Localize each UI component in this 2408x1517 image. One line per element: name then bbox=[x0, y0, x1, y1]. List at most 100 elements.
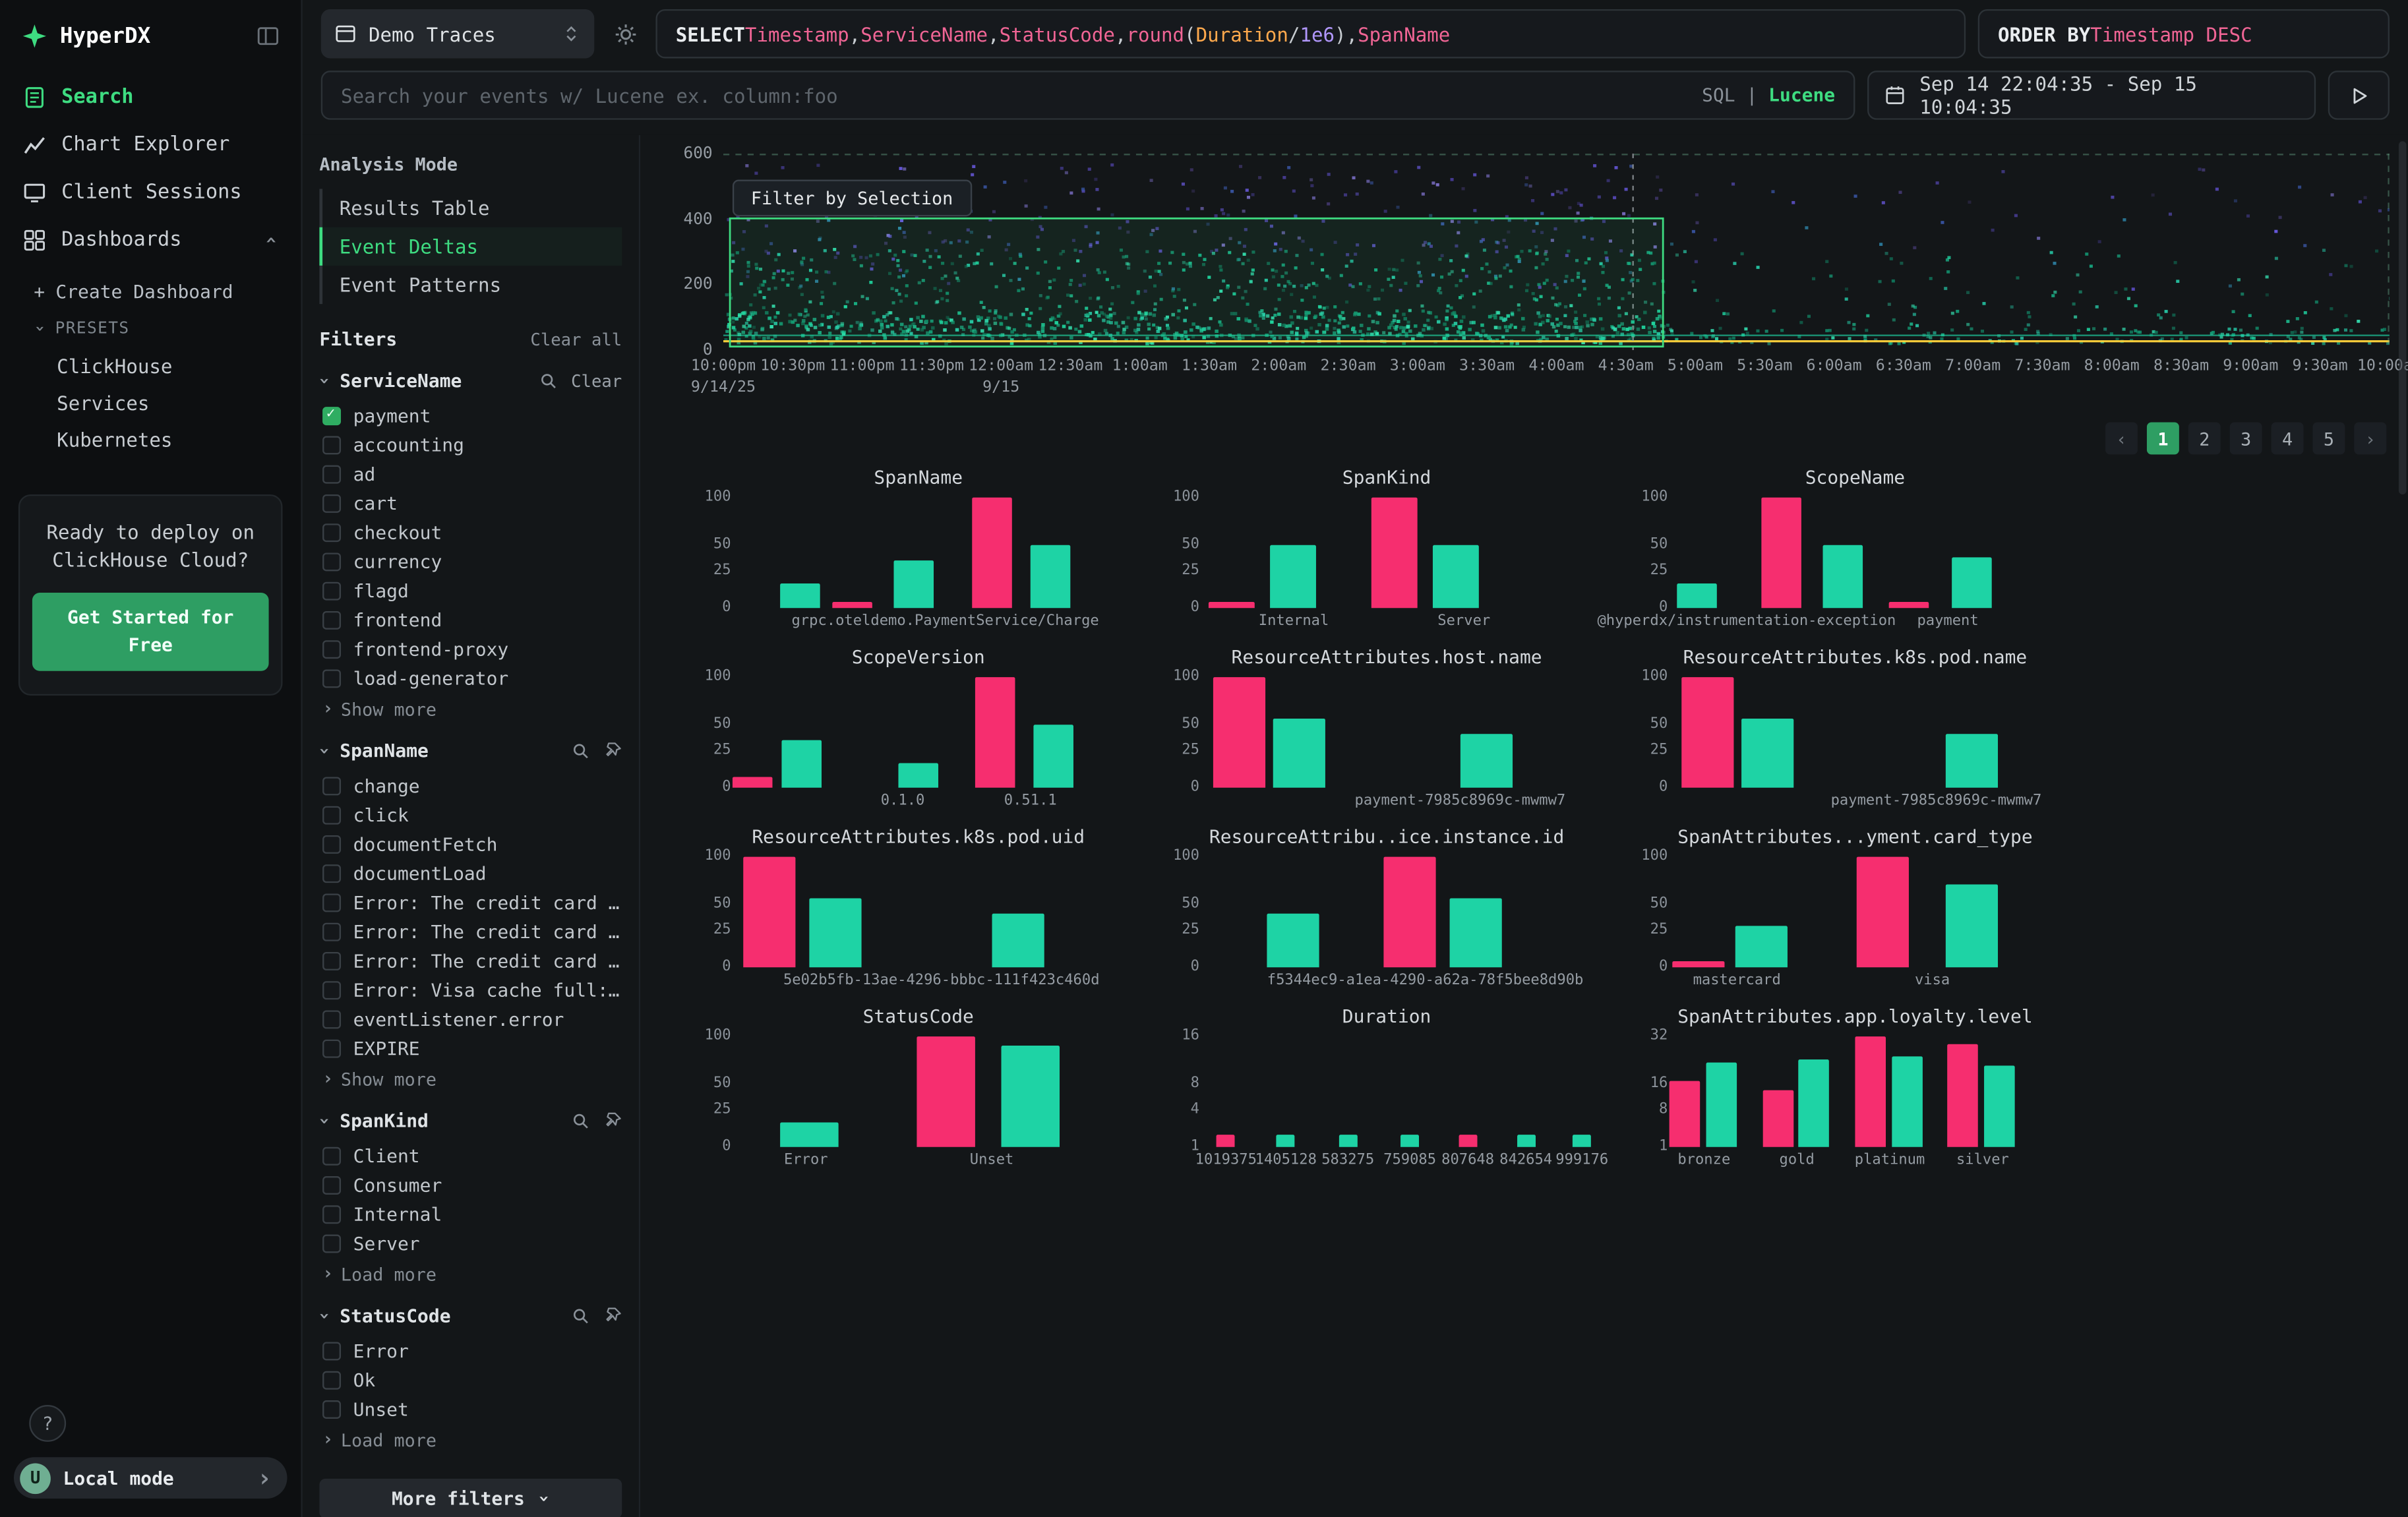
local-mode-button[interactable]: U Local mode › bbox=[14, 1457, 287, 1499]
checkbox[interactable] bbox=[322, 835, 341, 853]
checkbox[interactable] bbox=[322, 1175, 341, 1194]
checkbox[interactable] bbox=[322, 1039, 341, 1057]
filter-option-error[interactable]: Error bbox=[319, 1336, 622, 1365]
filter-option-server[interactable]: Server bbox=[319, 1228, 622, 1257]
load-more-servicename[interactable]: ›Show more bbox=[319, 692, 622, 720]
run-query-button[interactable] bbox=[2328, 71, 2390, 120]
analysis-mode-event-deltas[interactable]: Event Deltas bbox=[319, 227, 622, 266]
search-icon[interactable] bbox=[571, 1112, 589, 1130]
mini-chart-statuscode[interactable]: StatusCode10050250ErrorUnset bbox=[688, 1005, 1149, 1170]
load-more-statuscode[interactable]: ›Load more bbox=[319, 1423, 622, 1451]
scrollbar[interactable] bbox=[2399, 141, 2407, 494]
checkbox[interactable] bbox=[322, 864, 341, 882]
checkbox[interactable] bbox=[322, 806, 341, 824]
source-select[interactable]: Demo Traces bbox=[321, 9, 595, 59]
filter-group-spankind[interactable]: ›SpanKind bbox=[319, 1110, 622, 1132]
search-icon[interactable] bbox=[571, 1307, 589, 1325]
filter-option-change[interactable]: change bbox=[319, 771, 622, 800]
analysis-mode-event-patterns[interactable]: Event Patterns bbox=[319, 266, 622, 304]
filter-option-checkout[interactable]: checkout bbox=[319, 518, 622, 547]
filter-option-documentfetch[interactable]: documentFetch bbox=[319, 829, 622, 858]
pagination-page-1[interactable]: 1 bbox=[2147, 422, 2179, 454]
mini-chart-resourceattributes-k8s-pod-name[interactable]: ResourceAttributes.k8s.pod.name10050250p… bbox=[1625, 647, 2086, 811]
filter-option-consumer[interactable]: Consumer bbox=[319, 1170, 622, 1199]
filter-option-error-the-credit-card[interactable]: Error: The credit card (… bbox=[319, 946, 622, 975]
checkbox[interactable] bbox=[322, 1400, 341, 1418]
language-toggle[interactable]: SQL | Lucene bbox=[1702, 84, 1835, 106]
filter-by-selection-button[interactable]: Filter by Selection bbox=[733, 179, 971, 216]
pagination-page-2[interactable]: 2 bbox=[2188, 422, 2221, 454]
filter-option-ok[interactable]: Ok bbox=[319, 1365, 622, 1394]
sidebar-collapse-icon[interactable] bbox=[256, 24, 280, 47]
heatmap-canvas[interactable] bbox=[723, 154, 2390, 350]
clear-all-button[interactable]: Clear all bbox=[530, 330, 622, 349]
filter-option-cart[interactable]: cart bbox=[319, 489, 622, 518]
load-more-spankind[interactable]: ›Load more bbox=[319, 1257, 622, 1285]
load-more-spanname[interactable]: ›Show more bbox=[319, 1063, 622, 1090]
pin-icon[interactable] bbox=[603, 742, 622, 760]
clear-filter-button[interactable]: Clear bbox=[571, 371, 622, 390]
checkbox[interactable] bbox=[322, 776, 341, 794]
mini-chart-spanattributes-app-loyalty-level[interactable]: SpanAttributes.app.loyalty.level321681br… bbox=[1625, 1005, 2086, 1170]
date-range-picker[interactable]: Sep 14 22:04:35 - Sep 15 10:04:35 bbox=[1867, 71, 2316, 120]
pagination-page-3[interactable]: 3 bbox=[2230, 422, 2262, 454]
preset-services[interactable]: Services bbox=[34, 384, 280, 421]
presets-toggle[interactable]: › PRESETS bbox=[34, 310, 280, 347]
search-input[interactable] bbox=[341, 84, 1687, 107]
checkbox[interactable] bbox=[322, 640, 341, 658]
pagination-next-button[interactable]: › bbox=[2354, 422, 2386, 454]
mini-chart-scopename[interactable]: ScopeName10050250@hyperdx/instrumentatio… bbox=[1625, 467, 2086, 631]
checkbox[interactable] bbox=[322, 1234, 341, 1252]
filter-option-error-visa-cache-full[interactable]: Error: Visa cache full: … bbox=[319, 975, 622, 1004]
mini-chart-spankind[interactable]: SpanKind10050250InternalServer bbox=[1157, 467, 1617, 631]
checkbox[interactable] bbox=[322, 552, 341, 570]
filter-option-payment[interactable]: payment bbox=[319, 401, 622, 430]
gear-icon[interactable] bbox=[607, 9, 644, 59]
search-icon[interactable] bbox=[539, 372, 557, 390]
pagination-prev-button[interactable]: ‹ bbox=[2105, 422, 2138, 454]
filter-option-load-generator[interactable]: load-generator bbox=[319, 663, 622, 692]
pagination-page-5[interactable]: 5 bbox=[2312, 422, 2345, 454]
checkbox[interactable] bbox=[322, 494, 341, 512]
search-icon[interactable] bbox=[571, 742, 589, 760]
checkbox[interactable] bbox=[322, 523, 341, 541]
checkbox[interactable] bbox=[322, 465, 341, 483]
checkbox[interactable] bbox=[322, 951, 341, 970]
filter-option-flagd[interactable]: flagd bbox=[319, 576, 622, 605]
checkbox[interactable] bbox=[322, 922, 341, 941]
filter-option-internal[interactable]: Internal bbox=[319, 1199, 622, 1228]
checkbox[interactable] bbox=[322, 435, 341, 454]
sidebar-item-client-sessions[interactable]: Client Sessions bbox=[0, 169, 301, 216]
checkbox[interactable] bbox=[322, 1146, 341, 1165]
checkbox[interactable] bbox=[322, 1205, 341, 1223]
checkbox[interactable] bbox=[322, 893, 341, 911]
filter-option-ad[interactable]: ad bbox=[319, 459, 622, 488]
checkbox[interactable] bbox=[322, 1009, 341, 1028]
filter-option-accounting[interactable]: accounting bbox=[319, 430, 622, 459]
mini-chart-duration[interactable]: Duration16841101937514051285832757590858… bbox=[1157, 1005, 1617, 1170]
help-button[interactable]: ? bbox=[29, 1405, 66, 1442]
pagination-page-4[interactable]: 4 bbox=[2272, 422, 2304, 454]
preset-clickhouse[interactable]: ClickHouse bbox=[34, 347, 280, 384]
mini-chart-spanattributes-yment-card-type[interactable]: SpanAttributes...yment.card_type10050250… bbox=[1625, 826, 2086, 990]
filter-option-frontend-proxy[interactable]: frontend-proxy bbox=[319, 634, 622, 663]
mini-chart-spanname[interactable]: SpanName10050250grpc.oteldemo.PaymentSer… bbox=[688, 467, 1149, 631]
get-started-button[interactable]: Get Started for Free bbox=[32, 593, 269, 671]
mini-chart-resourceattributes-host-name[interactable]: ResourceAttributes.host.name10050250paym… bbox=[1157, 647, 1617, 811]
mini-chart-scopeversion[interactable]: ScopeVersion100502500.1.00.51.1 bbox=[688, 647, 1149, 811]
checkbox[interactable] bbox=[322, 1341, 341, 1359]
checkbox[interactable] bbox=[322, 581, 341, 600]
filter-option-unset[interactable]: Unset bbox=[319, 1394, 622, 1423]
analysis-mode-results-table[interactable]: Results Table bbox=[319, 189, 622, 227]
checkbox[interactable] bbox=[322, 1371, 341, 1389]
sql-select-editor[interactable]: SELECT Timestamp, ServiceName, StatusCod… bbox=[655, 9, 1966, 59]
create-dashboard-button[interactable]: + Create Dashboard bbox=[34, 274, 280, 311]
checkbox[interactable] bbox=[322, 610, 341, 629]
filter-group-statuscode[interactable]: ›StatusCode bbox=[319, 1305, 622, 1327]
sidebar-item-chart-explorer[interactable]: Chart Explorer bbox=[0, 121, 301, 169]
filter-option-currency[interactable]: currency bbox=[319, 547, 622, 576]
filter-option-client[interactable]: Client bbox=[319, 1141, 622, 1170]
filter-option-error-the-credit-card[interactable]: Error: The credit card (… bbox=[319, 916, 622, 945]
filter-group-spanname[interactable]: ›SpanName bbox=[319, 740, 622, 762]
filter-option-documentload[interactable]: documentLoad bbox=[319, 858, 622, 887]
